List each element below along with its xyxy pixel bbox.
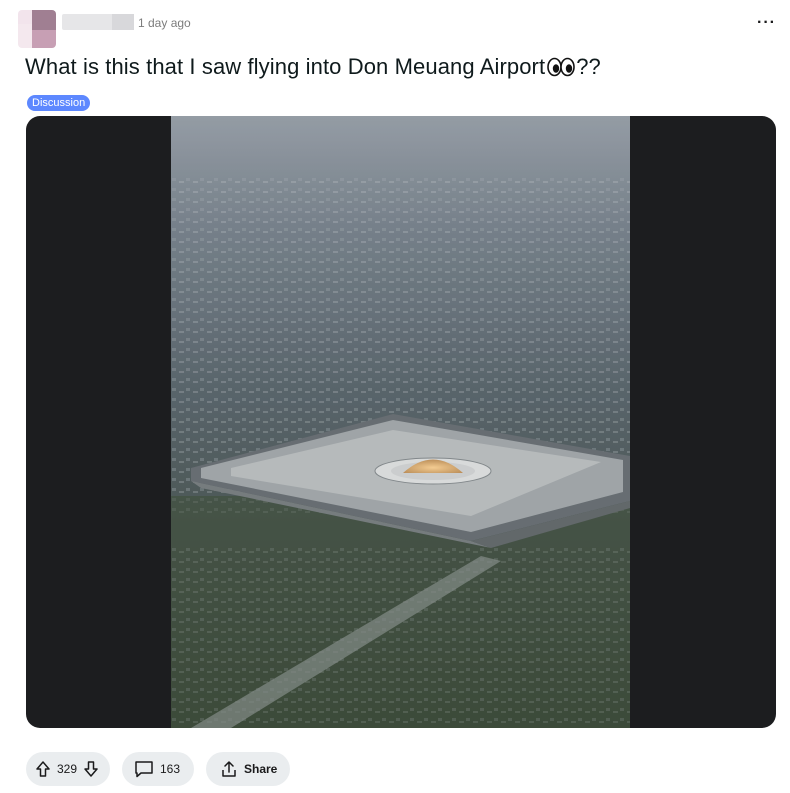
redacted-username-part bbox=[112, 14, 134, 30]
comments-count: 163 bbox=[160, 762, 181, 776]
vote-score: 329 bbox=[57, 762, 78, 776]
aerial-photo bbox=[171, 116, 630, 728]
comments-button[interactable]: 163 bbox=[122, 752, 194, 786]
arrow-down-icon[interactable] bbox=[83, 760, 99, 778]
post-media[interactable] bbox=[26, 116, 776, 728]
eyes-emoji-icon bbox=[547, 57, 576, 77]
ellipsis-icon: ··· bbox=[757, 14, 776, 31]
post-title-suffix: ?? bbox=[576, 54, 601, 79]
post-flair[interactable]: Discussion bbox=[27, 95, 91, 111]
more-options-button[interactable]: ··· bbox=[757, 15, 776, 31]
post-timestamp: 1 day ago bbox=[138, 16, 191, 30]
vote-control: 329 bbox=[26, 752, 110, 786]
avatar[interactable] bbox=[18, 10, 56, 48]
post-header: 1 day ago ··· bbox=[18, 10, 778, 50]
share-button[interactable]: Share bbox=[206, 752, 290, 786]
comment-bubble-icon bbox=[135, 761, 153, 778]
arrow-up-icon[interactable] bbox=[35, 760, 51, 778]
share-label: Share bbox=[244, 762, 278, 776]
post-title[interactable]: What is this that I saw flying into Don … bbox=[25, 54, 601, 80]
post-title-text: What is this that I saw flying into Don … bbox=[25, 54, 546, 79]
share-icon bbox=[222, 761, 236, 777]
